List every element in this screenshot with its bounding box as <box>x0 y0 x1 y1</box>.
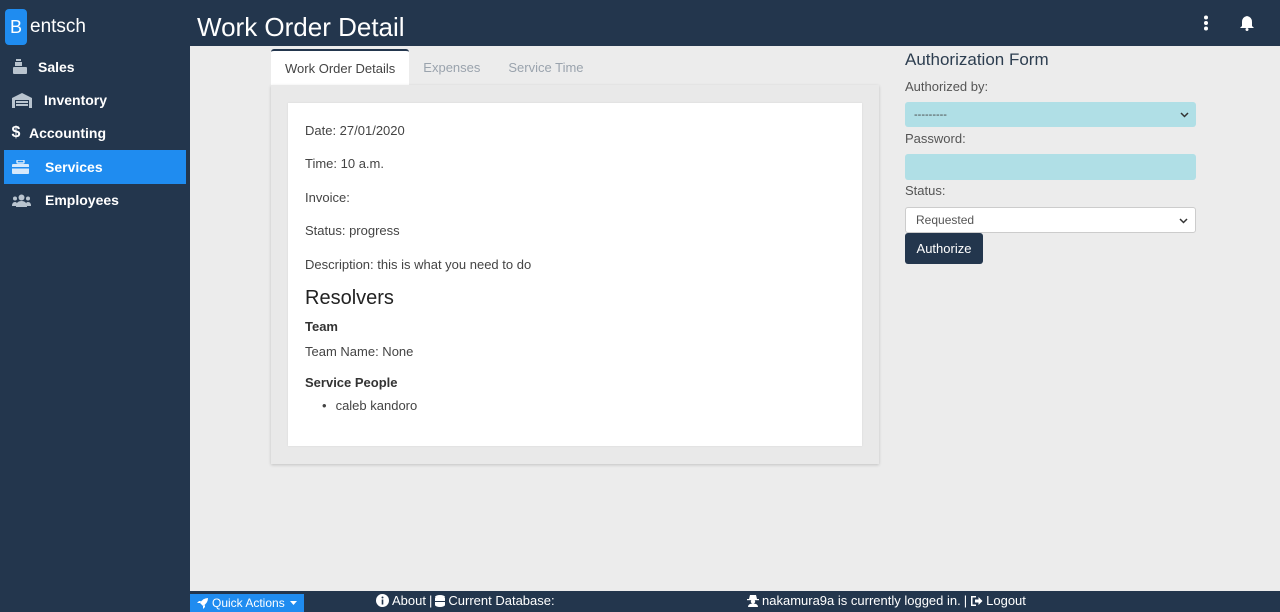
toolbox-icon <box>11 159 29 175</box>
sidebar-item-inventory[interactable]: Inventory <box>4 83 186 116</box>
brand-name: entsch <box>30 16 86 37</box>
dollar-icon: $ <box>11 124 21 142</box>
list-item: caleb kandoro <box>322 398 418 413</box>
password-label: Password: <box>905 131 966 146</box>
service-people-heading: Service People <box>305 375 398 390</box>
time-field: Time: 10 a.m. <box>305 156 384 171</box>
service-people-list: caleb kandoro <box>322 398 418 413</box>
sidebar-item-label: Services <box>45 158 103 175</box>
kebab-menu-icon[interactable] <box>1203 15 1209 36</box>
page-title: Work Order Detail <box>197 12 405 42</box>
sidebar-nav: Sales Inventory $ Accounting Services Em… <box>0 50 190 217</box>
sidebar-item-accounting[interactable]: $ Accounting <box>4 117 186 150</box>
sidebar-item-label: Inventory <box>44 92 108 109</box>
sign-out-icon <box>970 595 983 607</box>
team-name-field: Team Name: None <box>305 344 414 359</box>
chevron-down-icon <box>1179 213 1188 227</box>
status-label: Status: <box>905 183 946 198</box>
top-header: Work Order Detail <box>190 0 1280 46</box>
work-order-panel: Date: 27/01/2020 Time: 10 a.m. Invoice: … <box>271 85 879 464</box>
about-section: About | Current Database: <box>376 593 555 608</box>
bell-icon[interactable] <box>1240 15 1254 36</box>
sidebar: B entsch Sales Inventory $ Accounting Se… <box>0 0 190 612</box>
current-database-label: Current Database: <box>448 593 555 608</box>
rocket-icon <box>197 597 209 609</box>
logged-in-user-text: nakamura9a is currently logged in. <box>762 593 961 608</box>
authorized-by-label: Authorized by: <box>905 79 989 94</box>
footer-separator: | <box>963 593 968 608</box>
sidebar-item-label: Accounting <box>29 125 106 142</box>
about-link[interactable]: About <box>392 593 426 608</box>
sidebar-item-label: Sales <box>38 58 75 75</box>
authorization-form-title: Authorization Form <box>905 50 1049 69</box>
status-select[interactable]: Requested <box>905 207 1196 233</box>
tab-work-order-details[interactable]: Work Order Details <box>271 49 410 85</box>
info-icon <box>376 594 389 607</box>
sidebar-item-label: Employees <box>45 192 119 209</box>
tab-expenses[interactable]: Expenses <box>409 49 494 85</box>
sidebar-item-services[interactable]: Services <box>4 150 186 184</box>
status-value: Requested <box>916 213 975 227</box>
resolvers-heading: Resolvers <box>305 287 394 309</box>
description-field: Description: this is what you need to do <box>305 257 532 272</box>
footer-bar: Quick Actions About | Current Database: … <box>190 591 1280 612</box>
sidebar-item-sales[interactable]: Sales <box>4 50 186 83</box>
work-order-card: Date: 27/01/2020 Time: 10 a.m. Invoice: … <box>288 103 862 446</box>
authorize-button[interactable]: Authorize <box>905 233 983 264</box>
team-heading: Team <box>305 319 338 334</box>
brand-letter: B <box>5 9 27 45</box>
database-icon <box>435 594 446 607</box>
logout-link[interactable]: Logout <box>986 593 1026 608</box>
users-icon <box>11 192 31 208</box>
brand-logo[interactable]: B entsch <box>5 9 86 45</box>
date-field: Date: 27/01/2020 <box>305 123 405 138</box>
authorized-by-select[interactable]: --------- <box>905 102 1196 127</box>
user-secret-icon <box>747 594 759 607</box>
cash-register-icon <box>11 59 29 75</box>
authorized-by-value: --------- <box>914 108 947 121</box>
work-order-tabs: Work Order Details Expenses Service Time <box>271 49 598 85</box>
status-field: Status: progress <box>305 223 400 238</box>
quick-actions-button[interactable]: Quick Actions <box>190 594 304 612</box>
footer-separator: | <box>428 593 433 608</box>
invoice-field: Invoice: <box>305 190 350 205</box>
sidebar-item-employees[interactable]: Employees <box>4 184 186 217</box>
caret-down-icon <box>289 601 297 605</box>
warehouse-icon <box>11 92 33 108</box>
login-status: nakamura9a is currently logged in. | Log… <box>747 593 1026 608</box>
tab-service-time[interactable]: Service Time <box>494 49 597 85</box>
chevron-down-icon <box>1180 109 1189 121</box>
quick-actions-label: Quick Actions <box>212 596 285 610</box>
password-field[interactable] <box>905 154 1196 180</box>
